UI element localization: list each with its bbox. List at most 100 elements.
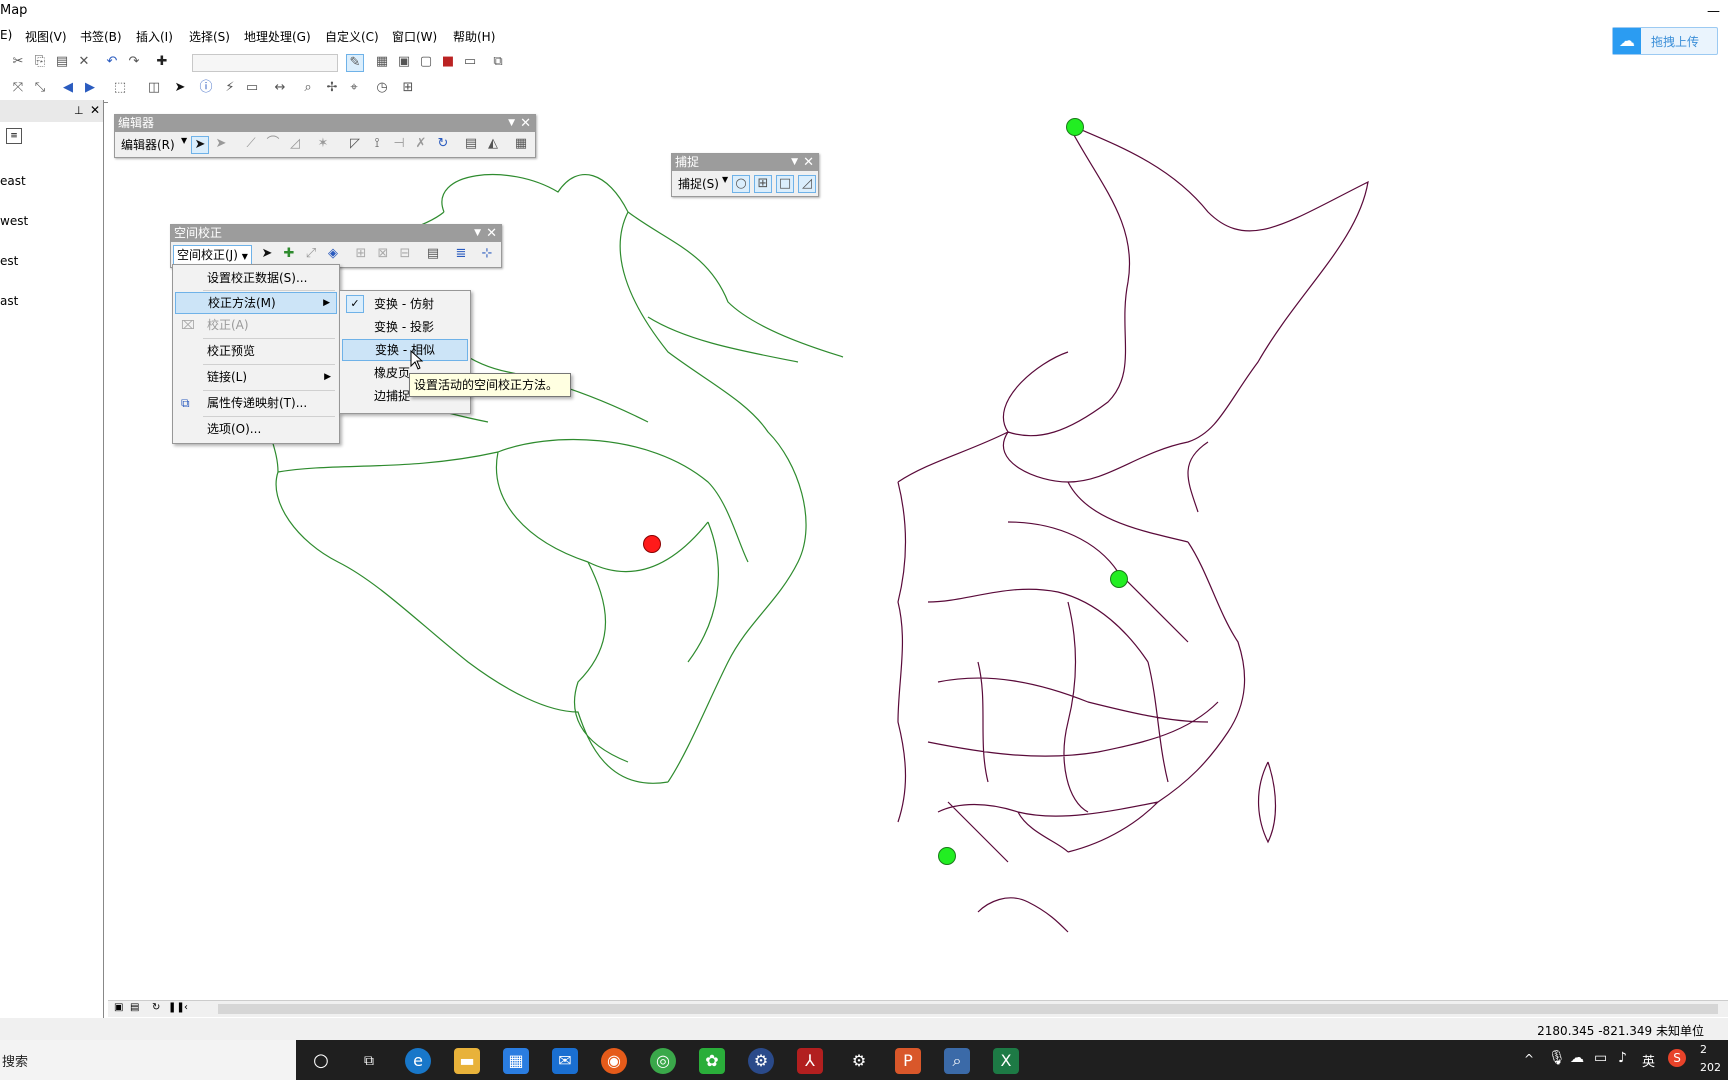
arcmap-icon[interactable]: ⌕ [944,1048,970,1074]
app-icon[interactable]: ⚙ [748,1048,774,1074]
refresh-icon[interactable]: ↻ [152,1002,160,1013]
edit-vertices-icon[interactable]: ◸ [347,136,363,152]
settings-icon[interactable]: ⚙ [846,1048,872,1074]
curve-segment-icon[interactable]: ⌒ [265,136,281,152]
menu-selection[interactable]: 选择(S) [189,28,230,45]
target-control-point[interactable] [938,847,956,865]
menu-insert[interactable]: 插入(I) [136,28,173,45]
xy-icon[interactable]: ⌖ [346,80,362,96]
microphone-icon[interactable]: 🎙 [1548,1050,1566,1066]
viewer-icon[interactable]: ⊞ [400,80,416,96]
list-by-drawing-order-icon[interactable]: ≡ [6,128,22,144]
reshape-icon[interactable]: ⟟ [369,136,385,152]
add-data-icon[interactable]: ✚ [154,54,170,70]
new-displacement-link-icon[interactable]: ✚ [281,246,297,262]
excel-icon[interactable]: X [993,1048,1019,1074]
time-slider-icon[interactable]: ◷ [374,80,390,96]
annotation-edit-icon[interactable]: ➤ [213,136,229,152]
close-icon[interactable]: ✕ [803,154,814,171]
source-control-point[interactable] [643,535,661,553]
cut-polygons-icon[interactable]: ⊣ [391,136,407,152]
data-view-icon[interactable]: ▣ [114,1002,123,1013]
menu-item-attribute-transfer-mapping[interactable]: ⧉ 属性传递映射(T)... [175,392,337,414]
snapping-menu-button[interactable]: 捕捉(S) [678,175,719,192]
search-window-icon[interactable]: ▢ [418,54,434,70]
multiple-displacement-links-icon[interactable]: ◈ [325,246,341,262]
copy-icon[interactable]: ⎘ [32,54,48,70]
menu-customize[interactable]: 自定义(C) [325,28,379,45]
task-view-icon[interactable]: ⧉ [356,1048,382,1074]
menu-help[interactable]: 帮助(H) [453,28,495,45]
python-icon[interactable]: ▭ [462,54,478,70]
toc-layer-item[interactable]: ast [0,294,18,308]
menu-view[interactable]: 视图(V) [25,28,67,45]
menu-file[interactable]: E) [0,28,12,42]
network-icon[interactable]: ▭ [1594,1050,1607,1066]
chevron-up-icon[interactable]: ^ [1524,1052,1534,1066]
menu-item-adjust-preview[interactable]: 校正预览 [175,340,337,362]
edge-icon[interactable]: e [405,1048,431,1074]
target-control-point[interactable] [1110,570,1128,588]
straight-segment-icon[interactable]: ⟋ [243,136,259,152]
menu-item-links[interactable]: 链接(L) ▶ [175,366,337,388]
store-icon[interactable]: ▦ [503,1048,529,1074]
menu-window[interactable]: 窗口(W) [392,28,437,45]
clock-time[interactable]: 2 [1700,1043,1707,1056]
chevron-down-icon[interactable]: ▼ [722,175,728,184]
minimize-icon[interactable]: — [1707,4,1720,19]
construction-tools-icon[interactable]: ◿ [287,136,303,152]
close-icon[interactable]: ✕ [486,225,497,242]
identify-icon[interactable]: ⓘ [198,80,214,96]
chevron-down-icon[interactable]: ▼ [181,136,187,145]
clock-date[interactable]: 202 [1700,1061,1721,1074]
rotate-icon[interactable]: ↻ [435,136,451,152]
identity-link-icon[interactable]: ⊞ [353,246,369,262]
toc-layer-item[interactable]: est [0,254,18,268]
attribute-transfer-icon[interactable]: ⊹ [479,246,495,262]
measure-icon[interactable]: ↔ [272,80,288,96]
undo-icon[interactable]: ↶ [104,54,120,70]
spatial-adjustment-menu-button[interactable]: 空间校正(J) ▼ [173,245,252,265]
forward-icon[interactable]: ▶ [82,80,98,96]
edge-snap-icon[interactable]: ◿ [798,175,816,193]
chevron-down-icon[interactable]: ▼ [508,115,515,132]
editor-toolbar-icon[interactable]: ✎ [346,54,364,72]
end-snap-icon[interactable]: ⊞ [754,175,772,193]
horizontal-scrollbar[interactable] [218,1004,1718,1014]
wechat-icon[interactable]: ✿ [699,1048,725,1074]
find-icon[interactable]: ⌕ [300,80,316,96]
chevron-down-icon[interactable]: ▼ [474,225,481,242]
clear-limited-area-icon[interactable]: ⊟ [397,246,413,262]
taskbar-search[interactable]: 搜索 [0,1040,296,1080]
submenu-item-projective[interactable]: 变换 - 投影 [342,316,468,338]
menu-bookmarks[interactable]: 书签(B) [80,28,122,45]
route-icon[interactable]: ✢ [324,80,340,96]
menu-item-options[interactable]: 选项(O)... [175,418,337,440]
vertex-snap-icon[interactable]: □ [776,175,794,193]
target-control-point[interactable] [1066,118,1084,136]
catalog-icon[interactable]: ▣ [396,54,412,70]
zoom-out-fixed-icon[interactable]: ⤡ [32,80,48,96]
clear-selection-icon[interactable]: ◫ [146,80,162,96]
pin-icon[interactable]: ⊥ [74,104,84,117]
close-icon[interactable]: ✕ [520,115,531,132]
close-icon[interactable]: ✕ [90,103,100,117]
full-extent-icon[interactable]: ⤧ [10,80,26,96]
table-icon[interactable]: ▦ [374,54,390,70]
split-tool-icon[interactable]: ✶ [315,136,331,152]
model-icon[interactable]: ⧉ [490,54,506,70]
create-features-icon[interactable]: ▦ [513,136,529,152]
scale-combo[interactable] [192,54,338,72]
cortana-icon[interactable]: ○ [308,1048,334,1074]
paste-icon[interactable]: ▤ [54,54,70,70]
toc-layer-item[interactable]: west [0,214,28,228]
firefox-icon[interactable]: ◉ [601,1048,627,1074]
redo-icon[interactable]: ↷ [126,54,142,70]
browser-icon[interactable]: ◎ [650,1048,676,1074]
powerpoint-icon[interactable]: P [895,1048,921,1074]
toc-layer-item[interactable]: east [0,174,26,188]
file-explorer-icon[interactable]: ▬ [454,1048,480,1074]
cloud-icon[interactable]: ☁ [1570,1050,1584,1066]
menu-geoprocessing[interactable]: 地理处理(G) [244,28,311,45]
select-features-icon[interactable]: ⬚ [112,80,128,96]
